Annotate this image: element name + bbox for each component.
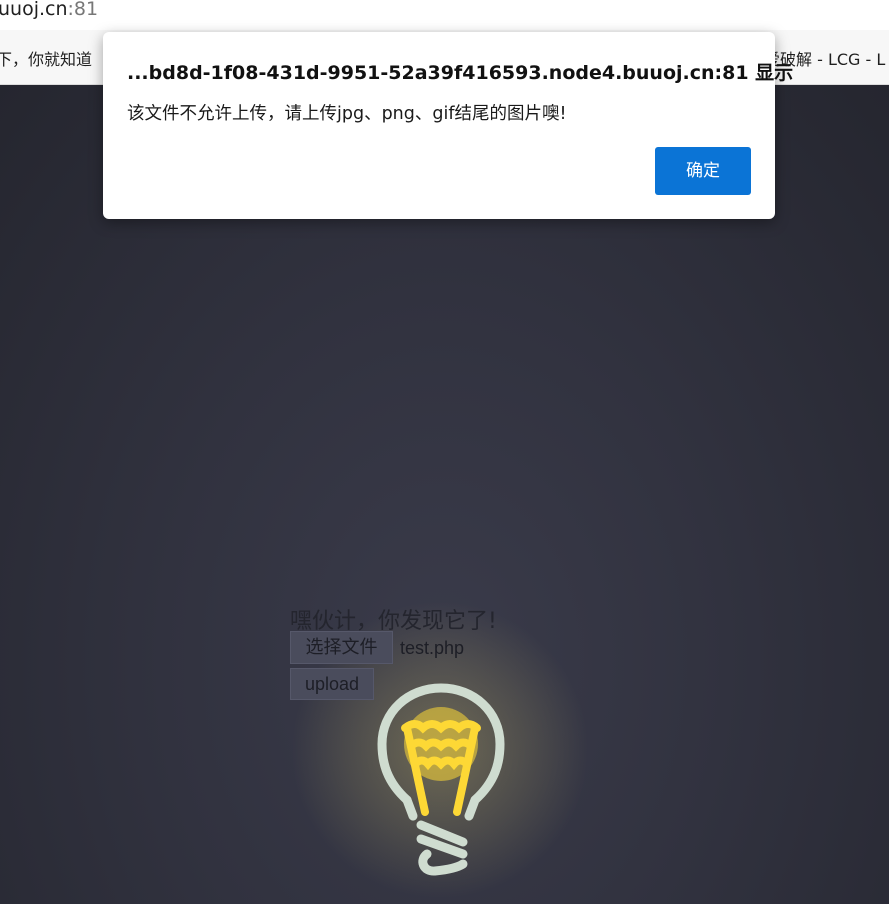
upload-button[interactable]: upload <box>290 668 374 700</box>
bookmark-item[interactable]: 下，你就知道 <box>0 46 92 70</box>
dialog-message: 该文件不允许上传，请上传jpg、png、gif结尾的图片噢! <box>127 104 567 124</box>
url-host: uuoj.cn <box>0 0 68 20</box>
ok-button[interactable]: 确定 <box>655 147 751 195</box>
url-text[interactable]: uuoj.cn:81 <box>0 0 98 20</box>
alert-dialog: ...bd8d-1f08-431d-9951-52a39f416593.node… <box>103 32 793 219</box>
choose-file-button[interactable]: 选择文件 <box>290 631 393 664</box>
lightbulb-icon <box>377 683 505 876</box>
address-bar[interactable]: uuoj.cn:81 <box>0 0 889 30</box>
browser-window: uuoj.cn:81 下，你就知道 爱破解 - LCG - L 嘿伙计，你发现它… <box>0 0 889 904</box>
selected-file-name: test.php <box>400 638 465 658</box>
dialog-title: ...bd8d-1f08-431d-9951-52a39f416593.node… <box>127 62 794 84</box>
url-port: :81 <box>67 0 99 20</box>
